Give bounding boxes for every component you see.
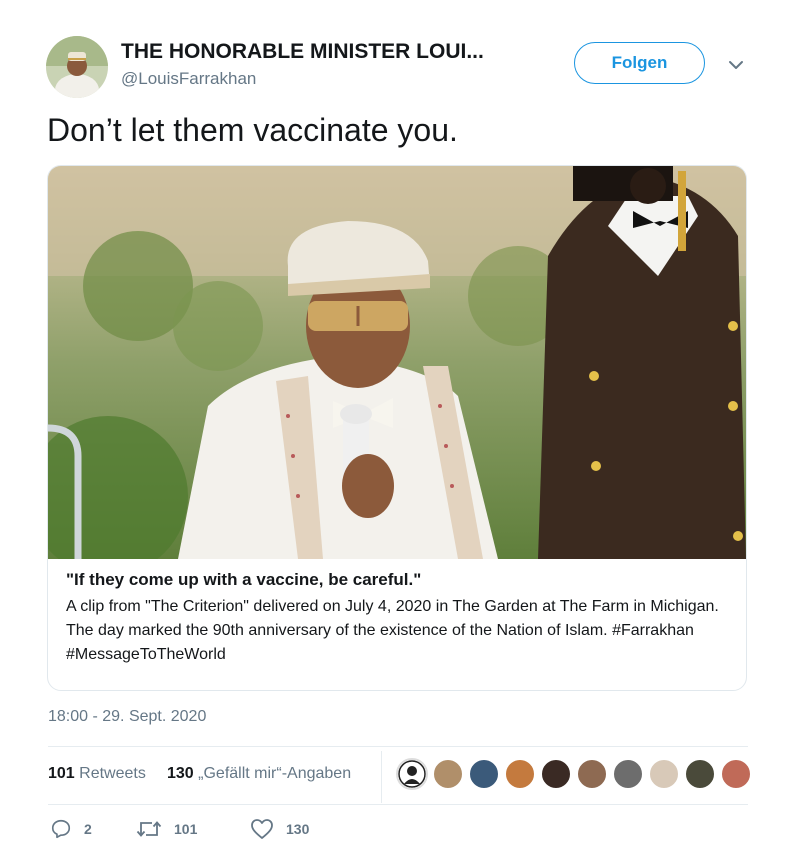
card-body: "If they come up with a vaccine, be care…	[48, 559, 746, 667]
retweet-icon	[136, 821, 162, 837]
media-card[interactable]: "If they come up with a vaccine, be care…	[47, 165, 747, 691]
retweet-button[interactable]: 101	[136, 818, 197, 840]
liker-avatar[interactable]	[540, 758, 572, 790]
tweet-actions: 2 101 130	[50, 818, 750, 848]
avatar[interactable]	[46, 36, 108, 98]
reply-button[interactable]: 2	[50, 818, 92, 840]
liker-avatar[interactable]	[612, 758, 644, 790]
engagement-stats: 101 Retweets 130 „Gefällt mir“-Angaben	[48, 747, 752, 804]
chevron-down-icon[interactable]	[726, 58, 746, 72]
retweets-label: Retweets	[79, 765, 146, 782]
follow-button[interactable]: Folgen	[574, 42, 705, 84]
likes-stat[interactable]: 130 „Gefällt mir“-Angaben	[167, 765, 351, 783]
display-name[interactable]: THE HONORABLE MINISTER LOUI...	[121, 40, 484, 64]
stats-separator	[381, 751, 382, 803]
like-count: 130	[286, 821, 310, 837]
tweet-timestamp[interactable]: 18:00 - 29. Sept. 2020	[48, 708, 206, 726]
retweets-count: 101	[48, 765, 75, 782]
liker-avatar[interactable]	[648, 758, 680, 790]
likes-label: „Gefällt mir“-Angaben	[198, 765, 352, 782]
card-title: "If they come up with a vaccine, be care…	[66, 570, 422, 589]
retweet-count: 101	[174, 821, 198, 837]
likes-count: 130	[167, 765, 194, 782]
liker-avatar[interactable]	[468, 758, 500, 790]
user-handle[interactable]: @LouisFarrakhan	[121, 69, 256, 89]
liker-avatar[interactable]	[432, 758, 464, 790]
heart-icon	[251, 819, 273, 839]
reply-icon	[51, 819, 71, 839]
like-button[interactable]: 130	[250, 818, 309, 840]
liker-avatar[interactable]	[504, 758, 536, 790]
video-thumbnail[interactable]	[48, 166, 746, 559]
card-description: A clip from "The Criterion" delivered on…	[66, 598, 719, 663]
liker-avatar[interactable]	[576, 758, 608, 790]
retweets-stat[interactable]: 101 Retweets	[48, 765, 146, 783]
reply-count: 2	[84, 821, 92, 837]
liker-avatar[interactable]	[684, 758, 716, 790]
tweet-text: Don’t let them vaccinate you.	[47, 112, 458, 148]
divider	[48, 804, 748, 805]
tweet-header: THE HONORABLE MINISTER LOUI... @LouisFar…	[46, 36, 756, 98]
liker-avatar[interactable]	[720, 758, 752, 790]
liker-avatar[interactable]	[396, 758, 428, 790]
